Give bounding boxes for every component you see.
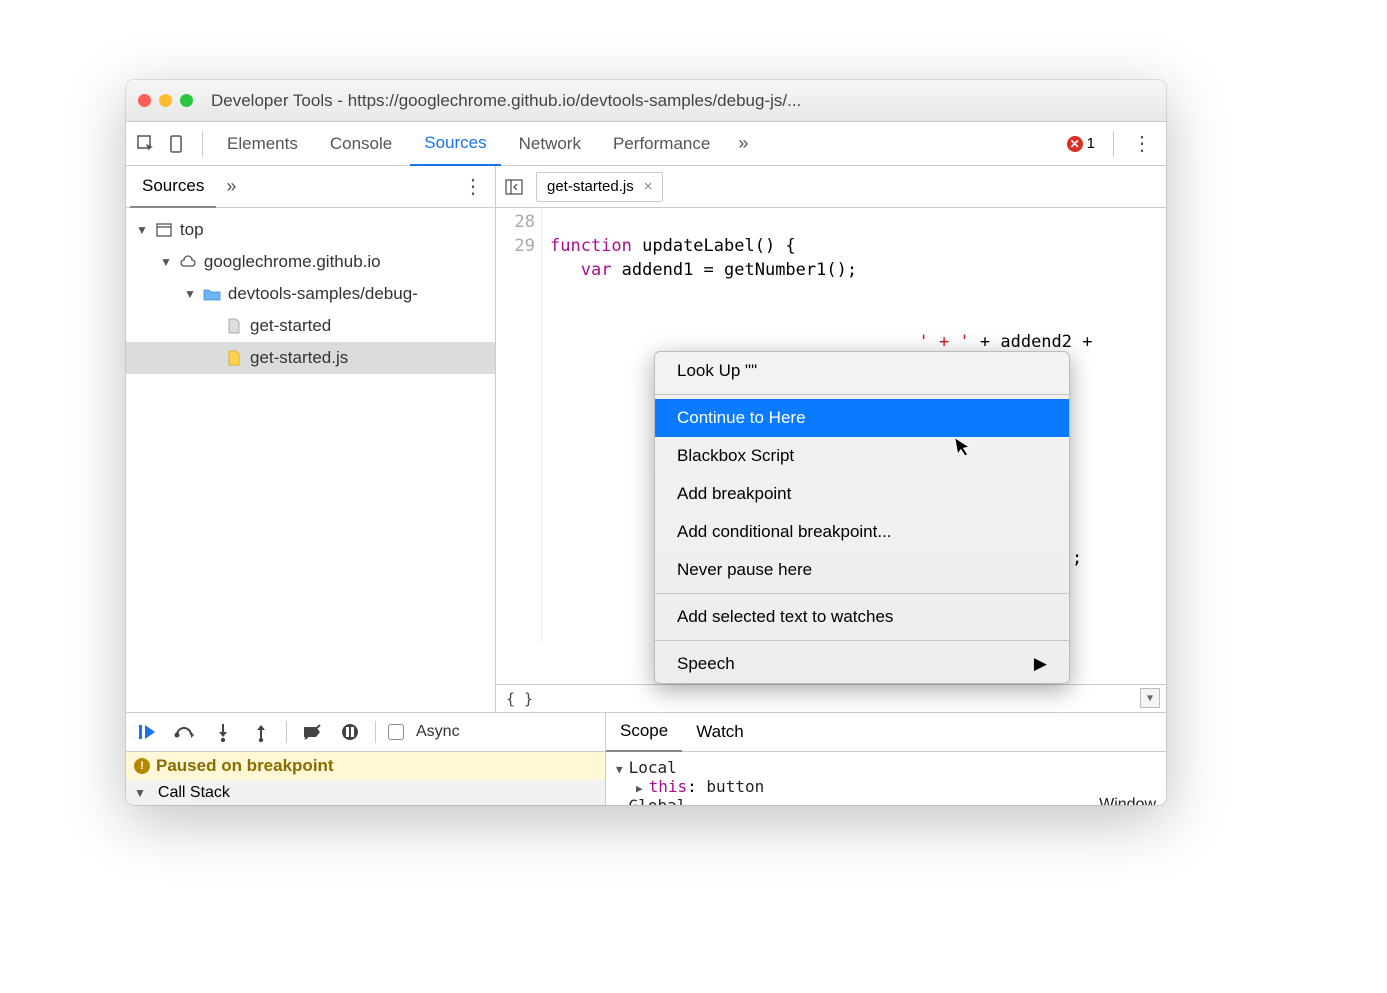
navigator-tabs: Sources » ⋮ xyxy=(126,166,495,208)
folder-icon xyxy=(202,284,222,304)
menu-item-blackbox-script[interactable]: Blackbox Script xyxy=(655,437,1069,475)
tree-label: devtools-samples/debug- xyxy=(228,284,418,304)
close-icon[interactable]: × xyxy=(644,178,653,195)
traffic-lights xyxy=(138,94,193,107)
debugger-toolbar: Async Scope Watch xyxy=(126,712,1166,752)
global-value: Window xyxy=(1099,796,1156,805)
async-label: Async xyxy=(416,723,460,741)
tab-elements[interactable]: Elements xyxy=(213,122,312,166)
collapse-debugger-icon[interactable]: ▼ xyxy=(1140,688,1160,708)
menu-item-never-pause-here[interactable]: Never pause here xyxy=(655,551,1069,589)
line-gutter: 2829 xyxy=(496,208,542,642)
more-tabs-button[interactable]: » xyxy=(728,133,758,154)
tab-scope[interactable]: Scope xyxy=(606,712,682,752)
step-over-button[interactable] xyxy=(172,719,198,745)
toolbar-separator xyxy=(1113,131,1114,157)
window-icon xyxy=(154,220,174,240)
tab-network[interactable]: Network xyxy=(505,122,595,166)
error-count: 1 xyxy=(1087,135,1095,152)
tree-label: googlechrome.github.io xyxy=(204,252,381,272)
window-maximize-button[interactable] xyxy=(180,94,193,107)
menu-item-add-conditional-breakpoint[interactable]: Add conditional breakpoint... xyxy=(655,513,1069,551)
cloud-icon xyxy=(178,252,198,272)
debugger-controls: Async xyxy=(126,713,606,751)
toggle-navigator-icon[interactable] xyxy=(500,179,528,195)
step-out-button[interactable] xyxy=(248,719,274,745)
chevron-down-icon: ▼ xyxy=(160,255,172,269)
toolbar-separator xyxy=(202,131,203,157)
tree-label: top xyxy=(180,220,204,240)
file-tab-label: get-started.js xyxy=(547,178,634,195)
chevron-right-icon: ▶ xyxy=(636,782,643,795)
tree-node-file-js[interactable]: get-started.js xyxy=(126,342,495,374)
scope-global[interactable]: ▶GlobalWindow xyxy=(616,796,1156,805)
chevron-down-icon: ▼ xyxy=(616,763,623,776)
editor-file-tab[interactable]: get-started.js × xyxy=(536,172,663,202)
menu-separator xyxy=(655,593,1069,594)
context-menu: Look Up "" Continue to Here Blackbox Scr… xyxy=(654,351,1070,684)
pretty-print-label[interactable]: { } xyxy=(506,690,533,708)
window-minimize-button[interactable] xyxy=(159,94,172,107)
tree-node-top[interactable]: ▼ top xyxy=(126,214,495,246)
toolbar-separator xyxy=(286,721,287,743)
async-checkbox[interactable] xyxy=(388,724,404,740)
deactivate-breakpoints-button[interactable] xyxy=(299,719,325,745)
tree-label: get-started.js xyxy=(250,348,348,368)
submenu-arrow-icon: ▶ xyxy=(1034,654,1047,674)
callstack-header[interactable]: ▼ Call Stack xyxy=(126,780,605,805)
tree-node-folder[interactable]: ▼ devtools-samples/debug- xyxy=(126,278,495,310)
debugger-lower-area: ! Paused on breakpoint ▼ Call Stack ➔onC… xyxy=(126,752,1166,805)
menu-item-lookup[interactable]: Look Up "" xyxy=(655,352,1069,390)
menu-item-continue-to-here[interactable]: Continue to Here xyxy=(655,399,1069,437)
tree-node-file-html[interactable]: get-started xyxy=(126,310,495,342)
callstack-pane: ! Paused on breakpoint ▼ Call Stack ➔onC… xyxy=(126,752,606,805)
device-toggle-icon[interactable] xyxy=(164,130,192,158)
js-file-icon xyxy=(224,348,244,368)
scope-pane: ▼Local ▶this: button ▶GlobalWindow xyxy=(606,752,1166,805)
pause-on-exceptions-button[interactable] xyxy=(337,719,363,745)
window-titlebar: Developer Tools - https://googlechrome.g… xyxy=(126,80,1166,122)
menu-item-speech[interactable]: Speech▶ xyxy=(655,645,1069,683)
step-into-button[interactable] xyxy=(210,719,236,745)
devtools-window: Developer Tools - https://googlechrome.g… xyxy=(126,80,1166,805)
editor-tabbar: get-started.js × xyxy=(496,166,1166,208)
navigator-tab-sources[interactable]: Sources xyxy=(130,166,216,208)
document-icon xyxy=(224,316,244,336)
menu-separator xyxy=(655,394,1069,395)
toolbar-separator xyxy=(375,721,376,743)
tree-node-host[interactable]: ▼ googlechrome.github.io xyxy=(126,246,495,278)
navigator-pane: Sources » ⋮ ▼ top ▼ googlechrome.github.… xyxy=(126,166,496,712)
tab-watch[interactable]: Watch xyxy=(682,712,758,752)
scope-local[interactable]: ▼Local xyxy=(616,758,1156,777)
callstack-title: Call Stack xyxy=(158,784,230,802)
chevron-down-icon: ▼ xyxy=(134,786,146,800)
tab-performance[interactable]: Performance xyxy=(599,122,724,166)
tree-label: get-started xyxy=(250,316,331,336)
scope-this[interactable]: ▶this: button xyxy=(616,777,1156,796)
warning-icon: ! xyxy=(134,758,150,774)
file-tree: ▼ top ▼ googlechrome.github.io ▼ devtool… xyxy=(126,208,495,374)
error-indicator[interactable]: ✕ 1 xyxy=(1067,135,1095,152)
chevron-right-icon: ▶ xyxy=(616,801,623,805)
navigator-more-button[interactable]: » xyxy=(216,176,246,197)
menu-item-add-breakpoint[interactable]: Add breakpoint xyxy=(655,475,1069,513)
error-icon: ✕ xyxy=(1067,136,1083,152)
paused-message: Paused on breakpoint xyxy=(156,756,334,776)
window-close-button[interactable] xyxy=(138,94,151,107)
resume-button[interactable] xyxy=(134,719,160,745)
navigator-menu-button[interactable]: ⋮ xyxy=(455,174,491,199)
menu-item-add-to-watches[interactable]: Add selected text to watches xyxy=(655,598,1069,636)
chevron-down-icon: ▼ xyxy=(136,223,148,237)
tab-sources[interactable]: Sources xyxy=(410,122,500,166)
window-title: Developer Tools - https://googlechrome.g… xyxy=(211,91,801,111)
inspect-element-icon[interactable] xyxy=(132,130,160,158)
menu-separator xyxy=(655,640,1069,641)
tab-console[interactable]: Console xyxy=(316,122,406,166)
scope-watch-tabs: Scope Watch xyxy=(606,713,1166,751)
editor-status-bar: { } ▼ xyxy=(496,684,1166,712)
paused-banner: ! Paused on breakpoint xyxy=(126,752,605,780)
overflow-menu-button[interactable]: ⋮ xyxy=(1124,131,1160,156)
main-toolbar: Elements Console Sources Network Perform… xyxy=(126,122,1166,166)
chevron-down-icon: ▼ xyxy=(184,287,196,301)
